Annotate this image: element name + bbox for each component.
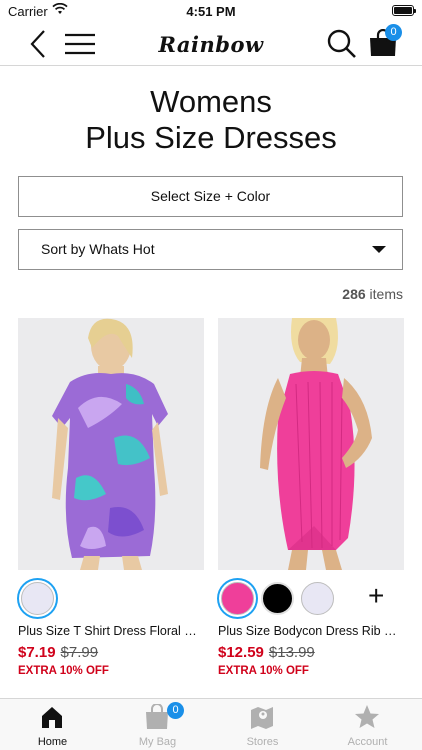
color-swatch[interactable] [221, 582, 254, 615]
color-swatch[interactable] [301, 582, 334, 615]
product-name[interactable]: Plus Size T Shirt Dress Floral Ne… [18, 624, 204, 638]
page-title: Womens Plus Size Dresses [0, 84, 422, 156]
title-line-2: Plus Size Dresses [85, 120, 337, 155]
tab-stores[interactable]: Stores [210, 699, 315, 750]
sale-price: $12.59 [218, 644, 264, 661]
promo-text: EXTRA 10% OFF [18, 665, 109, 677]
more-colors-plus-icon[interactable]: + [368, 580, 384, 612]
product-card[interactable]: Plus Size T Shirt Dress Floral Ne… $7.19… [18, 318, 204, 677]
navigation-bar: Rainbow 0 [0, 22, 422, 66]
product-prices: $12.59 $13.99 [218, 644, 404, 661]
rainbow-logo[interactable]: Rainbow [0, 32, 422, 57]
tab-home[interactable]: Home [0, 699, 105, 750]
product-image[interactable] [18, 318, 204, 570]
cart-count-badge: 0 [385, 24, 402, 41]
tab-my-bag-label: My Bag [138, 736, 177, 748]
color-swatch[interactable] [21, 582, 54, 615]
product-card[interactable]: + Plus Size Bodycon Dress Rib Knit… $12.… [218, 318, 404, 677]
product-name[interactable]: Plus Size Bodycon Dress Rib Knit… [218, 624, 404, 638]
color-swatches [18, 582, 204, 620]
tab-account[interactable]: Account [315, 699, 420, 750]
bag-count-badge: 0 [167, 702, 184, 719]
search-icon[interactable] [326, 28, 358, 65]
battery-icon [392, 5, 416, 16]
caret-down-icon [372, 246, 386, 253]
sort-label: Sort by Whats Hot [41, 241, 155, 257]
tab-home-label: Home [37, 736, 68, 748]
original-price: $7.99 [60, 644, 99, 661]
sort-dropdown[interactable]: Sort by Whats Hot [18, 229, 403, 270]
result-count: 286 items [342, 286, 403, 302]
tab-my-bag[interactable]: 0 My Bag [105, 699, 210, 750]
color-swatch[interactable] [261, 582, 294, 615]
promo-text: EXTRA 10% OFF [218, 665, 309, 677]
star-icon [354, 704, 380, 735]
original-price: $13.99 [268, 644, 315, 661]
result-count-suffix: items [369, 286, 403, 302]
select-size-color-button[interactable]: Select Size + Color [18, 176, 403, 217]
home-icon [39, 704, 65, 735]
map-pin-icon [249, 704, 275, 735]
product-image[interactable] [218, 318, 404, 570]
clock: 4:51 PM [186, 4, 236, 19]
tab-bar: Home 0 My Bag Stores Account [0, 698, 422, 750]
result-count-number: 286 [342, 286, 366, 302]
tab-account-label: Account [347, 736, 388, 748]
status-bar: Carrier 4:51 PM [0, 0, 422, 22]
tab-stores-label: Stores [246, 736, 279, 748]
color-swatches: + [218, 580, 404, 620]
product-prices: $7.19 $7.99 [18, 644, 204, 661]
sale-price: $7.19 [18, 644, 56, 661]
title-line-1: Womens [150, 84, 272, 119]
